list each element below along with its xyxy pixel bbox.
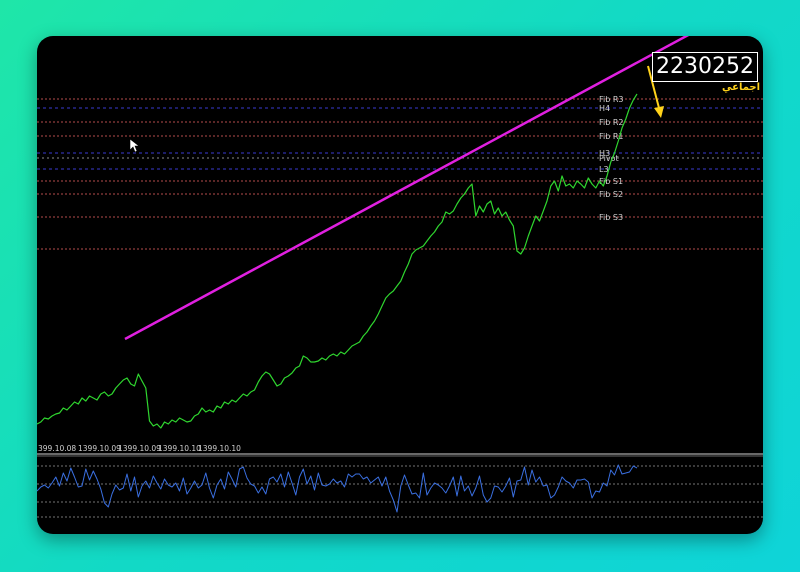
- chart-window: Fib R3 H4 Fib R2 Fib R1 H3 Pivot L3 Fib S1 Fib S…: [37, 36, 763, 534]
- price-line: [37, 93, 638, 429]
- date-label: 1399.10.10: [198, 444, 241, 453]
- price-box: 2230252: [652, 52, 758, 82]
- pivot-label: Pivot: [599, 154, 619, 163]
- oscillator-line: [37, 464, 638, 513]
- pivot-label: Fib R2: [599, 118, 624, 127]
- date-label: 1399.10.09: [118, 444, 161, 453]
- price-series: [37, 93, 638, 429]
- pivot-label: H4: [599, 104, 610, 113]
- pivot-lines: Fib R3H4Fib R2Fib R1H3PivotL3Fib S1Fib S…: [37, 95, 763, 250]
- oscillator-series: [37, 464, 638, 513]
- pivot-label: Fib S2: [599, 190, 623, 199]
- date-label: 1399.10.10: [158, 444, 201, 453]
- trend-line[interactable]: [124, 36, 692, 341]
- pivot-label: Fib R3: [599, 95, 624, 104]
- date-label: 1399.10.09: [78, 444, 121, 453]
- date-label: 399.10.08: [38, 444, 76, 453]
- mouse-cursor-icon: [130, 139, 140, 153]
- price-chart: Fib R3H4Fib R2Fib R1H3PivotL3Fib S1Fib S…: [37, 36, 763, 518]
- date-axis: 399.10.08 1399.10.091399.10.091399.10.101…: [37, 444, 763, 518]
- group-label: اجماعي: [722, 82, 761, 93]
- pivot-label: L3: [599, 165, 609, 174]
- pivot-label: Fib S3: [599, 213, 623, 222]
